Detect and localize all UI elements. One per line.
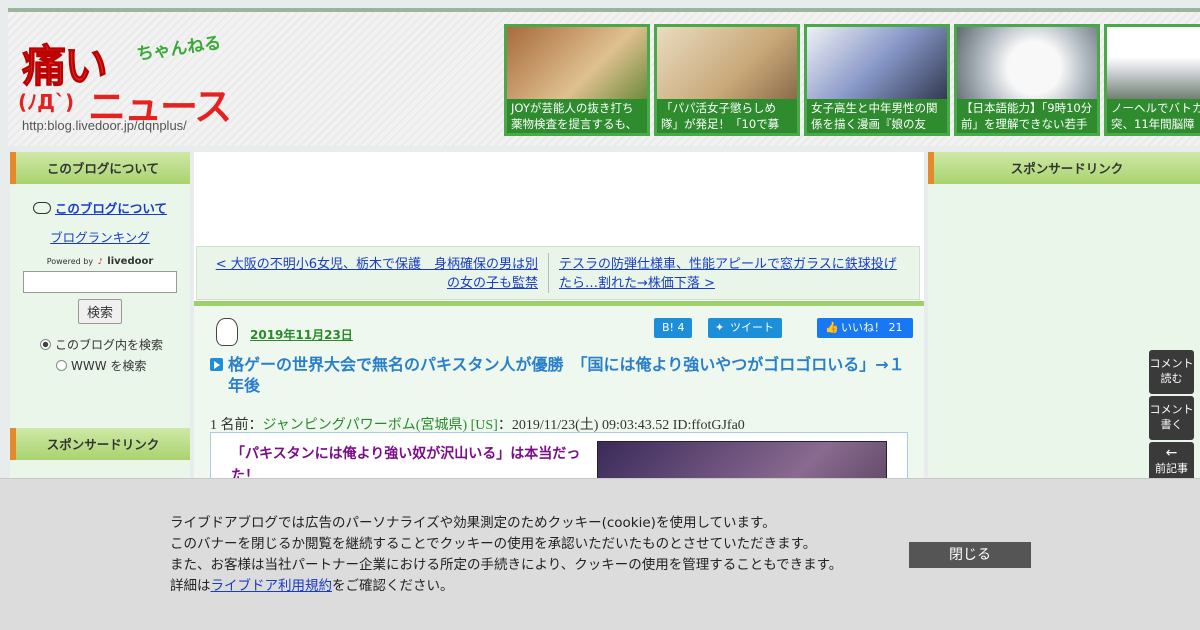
livedoor-logo-text: livedoor: [107, 256, 154, 267]
logo-face-text: (ﾉД`): [18, 90, 75, 114]
thumb-image: [507, 27, 647, 101]
cookie-line: ライブドアブログでは広告のパーソナライズや効果測定のためクッキー(cookie)…: [170, 515, 776, 531]
radio-checked-icon: [40, 339, 51, 350]
logo-chan-text: ちゃんねる: [135, 33, 223, 65]
sidebar-heading-about: このブログについて: [10, 152, 190, 184]
ad-slot: [194, 152, 924, 242]
article-date[interactable]: 2019年11月23日: [250, 326, 353, 343]
livedoor-logo-icon: ♪: [97, 257, 103, 266]
prev-post-label: 前記事: [1155, 462, 1188, 475]
read-comments-button[interactable]: コメント読む: [1149, 350, 1194, 394]
post-header: 1 名前：ジャンピングパワーボム(宮城県) [US]：2019/11/23(土)…: [210, 414, 745, 434]
logo-url-text: http:blog.livedoor.jp/dqnplus/: [22, 118, 187, 133]
facebook-like-button[interactable]: 👍 いいね！ 21: [817, 318, 913, 338]
cookie-text: ライブドアブログでは広告のパーソナライズや効果測定のためクッキー(cookie)…: [170, 513, 890, 597]
next-article-link[interactable]: テスラの防弾仕様車、性能アピールで窓ガラスに鉄球投げたら…割れた→株価下落 >: [559, 257, 897, 291]
thumb-caption: 【日本語能力】「9時10分前」を理解できない若手を: [957, 99, 1097, 133]
thumb-image: [957, 27, 1097, 101]
prev-article-link[interactable]: < 大阪の不明小6女児、栃木で保護 身柄確保の男は別の女の子も監禁: [216, 257, 538, 291]
hatena-bookmark-button[interactable]: B! 4: [654, 318, 693, 338]
about-blog-link[interactable]: このブログについて: [55, 201, 167, 216]
site-header: 痛い ちゃんねる (ﾉД`) ニュース http:blog.livedoor.j…: [8, 8, 1200, 146]
cookie-line: このバナーを閉じるか閲覧を継続することでクッキーの使用を承認いただいたものとさせ…: [170, 536, 817, 552]
article-title[interactable]: 格ゲーの世界大会で無名のパキスタン人が優勝 「国には俺より強いやつがゴロゴロいる…: [228, 354, 908, 396]
cookie-line: 詳細はライブドア利用規約をご確認ください。: [170, 576, 890, 597]
cookie-line: また、お客様は当社パートナー企業における所定の手続きにより、クッキーの使用を管理…: [170, 557, 843, 573]
radio-search-blog[interactable]: このブログ内を検索: [22, 336, 178, 353]
mascot-icon: [216, 318, 238, 346]
like-label: いいね！ 21: [841, 321, 903, 334]
radio-unchecked-icon: [56, 360, 67, 371]
thumb-item[interactable]: 【日本語能力】「9時10分前」を理解できない若手を: [954, 24, 1100, 136]
powered-label: Powered by: [46, 257, 94, 266]
thumb-caption: 「パパ活女子懲らしめ隊」が発足！「10で募集」と書: [657, 99, 797, 133]
search-button[interactable]: 検索: [77, 299, 122, 324]
tweet-button[interactable]: ✦ ツイート: [708, 318, 782, 338]
thumb-image: [1107, 27, 1200, 101]
prev-article: < 大阪の不明小6女児、栃木で保護 身柄確保の男は別の女の子も監禁: [197, 253, 549, 293]
cookie-detail-suffix: をご確認ください。: [332, 578, 454, 594]
terms-link[interactable]: ライブドア利用規約: [211, 578, 333, 594]
cookie-banner: ライブドアブログでは広告のパーソナライズや効果測定のためクッキー(cookie)…: [0, 478, 1200, 630]
sidebar-heading-sponsor: スポンサードリンク: [10, 428, 190, 460]
post-meta: ：2019/11/23(土) 09:03:43.52 ID:ffotGJfa0: [497, 418, 745, 433]
search-input[interactable]: [23, 271, 177, 293]
post-author: ジャンピングパワーボム(宮城県) [US]: [262, 418, 498, 433]
site-logo[interactable]: 痛い ちゃんねる (ﾉД`) ニュース http:blog.livedoor.j…: [16, 30, 236, 140]
write-comment-button[interactable]: コメント書く: [1149, 396, 1194, 440]
tweet-label: ツイート: [730, 321, 774, 334]
radio-search-www[interactable]: WWW を検索: [22, 357, 178, 374]
thumb-image: [657, 27, 797, 101]
close-cookie-button[interactable]: 閉じる: [909, 542, 1031, 568]
play-icon: [210, 358, 223, 371]
face-icon: [32, 202, 51, 214]
post-number: 1 名前：: [210, 418, 263, 433]
thumb-caption: JOYが芸能人の抜き打ち薬物検査を提言するも、『と: [507, 99, 647, 133]
thumb-caption: ノーヘルでバトカーれ衝突、11年間脳障: [1107, 99, 1200, 133]
thumb-item[interactable]: 「パパ活女子懲らしめ隊」が発足！「10で募集」と書: [654, 24, 800, 136]
article-nav: < 大阪の不明小6女児、栃木で保護 身柄確保の男は別の女の子も監禁 テスラの防弾…: [196, 246, 920, 300]
thumb-item[interactable]: JOYが芸能人の抜き打ち薬物検査を提言するも、『と: [504, 24, 650, 136]
cookie-detail-prefix: 詳細は: [170, 578, 211, 594]
twitter-bird-icon: ✦: [715, 321, 725, 334]
arrow-left-icon: ←: [1165, 445, 1178, 461]
thumbs-up-icon: 👍: [825, 321, 839, 334]
header-thumbnails: JOYが芸能人の抜き打ち薬物検査を提言するも、『と 「パパ活女子懲らしめ隊」が発…: [504, 24, 1200, 136]
thumb-item[interactable]: 女子高生と中年男性の関係を描く漫画『娘の友達』が: [804, 24, 950, 136]
thumb-item[interactable]: ノーヘルでバトカーれ衝突、11年間脳障: [1104, 24, 1200, 136]
next-article: テスラの防弾仕様車、性能アピールで窓ガラスに鉄球投げたら…割れた→株価下落 >: [549, 253, 919, 293]
radio-label: WWW を検索: [71, 359, 147, 373]
thumb-caption: 女子高生と中年男性の関係を描く漫画『娘の友達』が: [807, 99, 947, 133]
powered-by: Powered by ♪ livedoor: [22, 256, 178, 267]
sidebar-heading-sponsor-right: スポンサードリンク: [928, 152, 1200, 184]
blog-ranking-link[interactable]: ブログランキング: [22, 227, 178, 246]
thumb-image: [807, 27, 947, 101]
radio-label: このブログ内を検索: [55, 338, 164, 352]
